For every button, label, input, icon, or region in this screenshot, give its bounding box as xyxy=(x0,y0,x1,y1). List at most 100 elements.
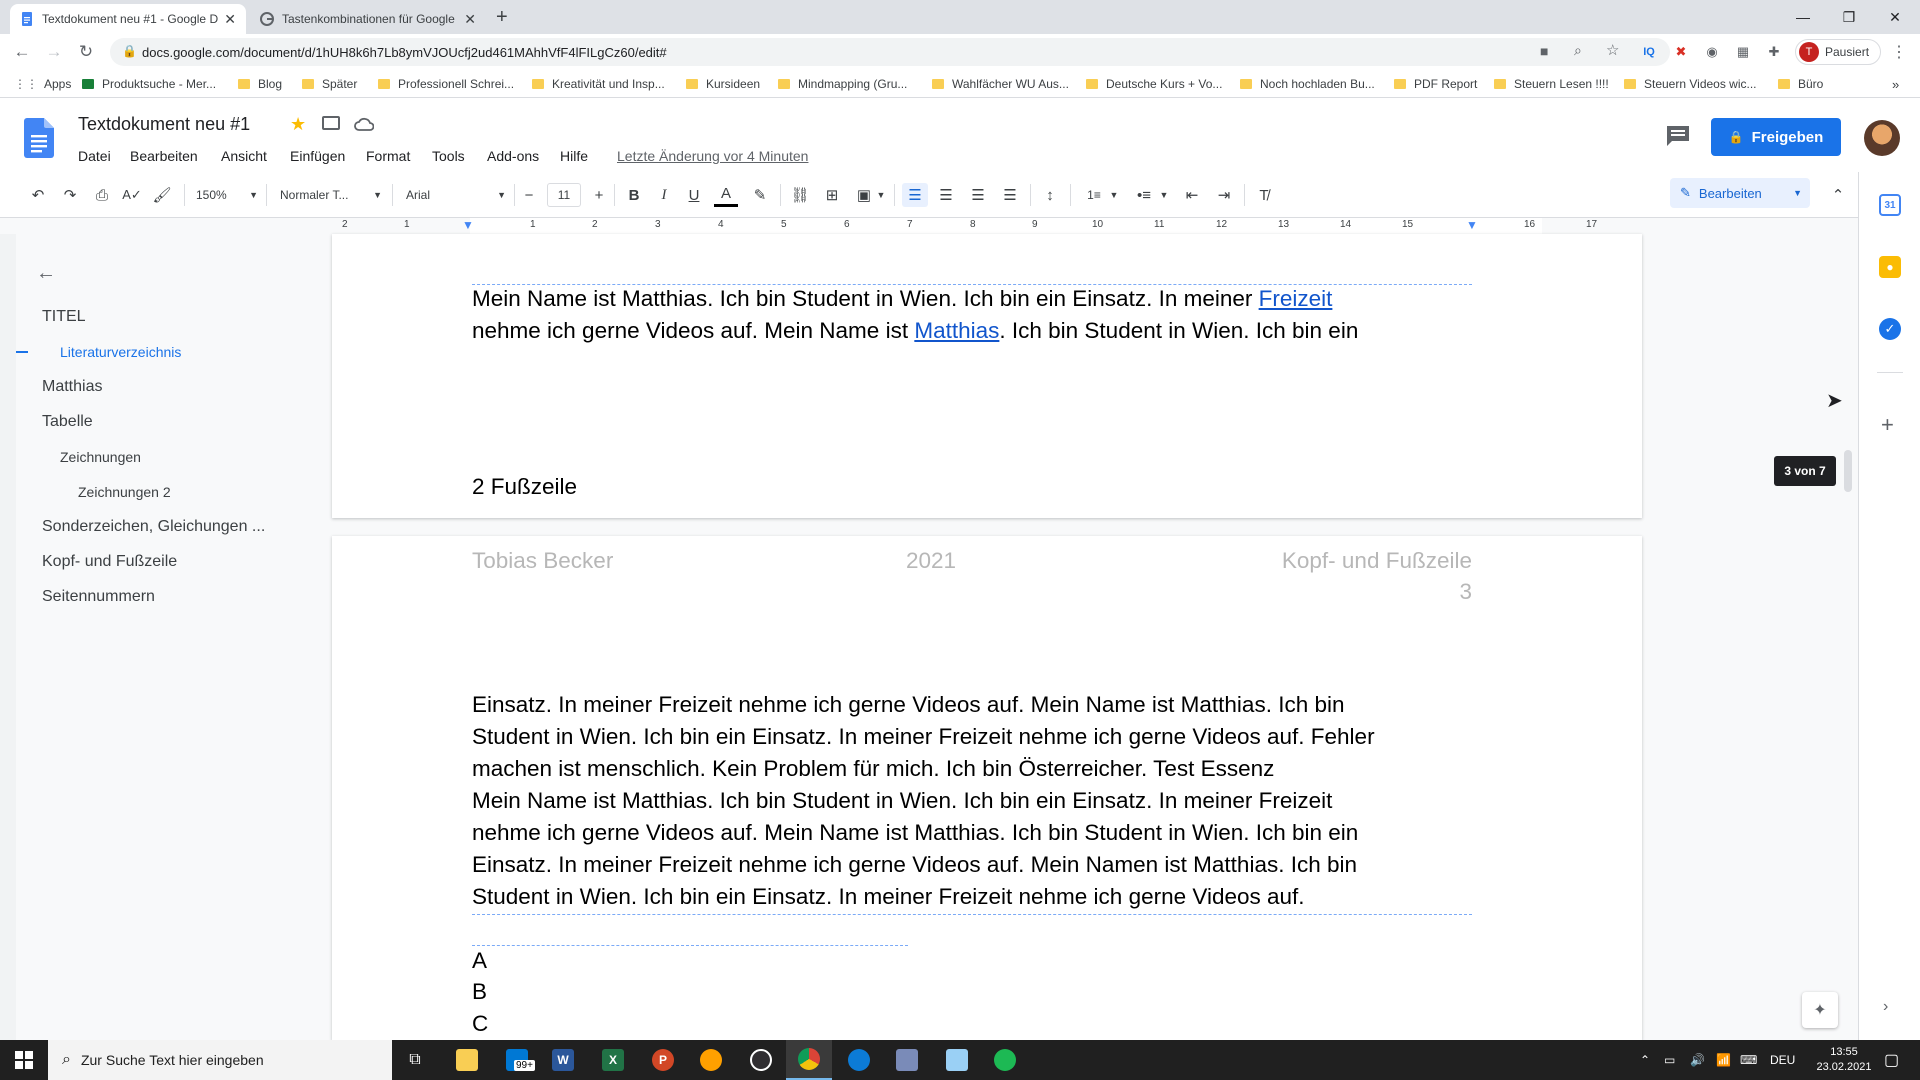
forward-icon[interactable]: → xyxy=(42,40,66,64)
windows-start-icon[interactable] xyxy=(0,1040,48,1080)
file-explorer-icon[interactable] xyxy=(444,1040,490,1080)
menu-tools[interactable]: Tools xyxy=(432,148,465,164)
zoom-icon[interactable]: ⌕ xyxy=(1574,42,1582,59)
editing-mode-select[interactable]: ✎ Bearbeiten ▼ xyxy=(1670,178,1810,208)
chevron-down-icon[interactable]: ▼ xyxy=(876,183,886,207)
app-icon[interactable] xyxy=(688,1040,734,1080)
address-bar[interactable]: 🔒 docs.google.com/document/d/1hUH8k6h7Lb… xyxy=(110,38,1670,66)
paint-format-icon[interactable]: 🖌 xyxy=(150,183,174,207)
cloud-status-icon[interactable] xyxy=(354,116,374,132)
undo-icon[interactable]: ↶ xyxy=(26,183,50,207)
spellcheck-icon[interactable]: A✓ xyxy=(120,183,144,207)
add-comment-icon[interactable]: ⊞ xyxy=(820,183,844,207)
zoom-select[interactable]: 150% ▼ xyxy=(196,183,258,207)
menu-ansicht[interactable]: Ansicht xyxy=(221,148,267,164)
bookmark-item[interactable]: Blog xyxy=(238,76,282,92)
menu-bearbeiten[interactable]: Bearbeiten xyxy=(130,148,198,164)
share-button[interactable]: 🔒 Freigeben xyxy=(1711,118,1841,156)
bookmark-item[interactable]: Steuern Lesen !!!! xyxy=(1494,76,1609,92)
align-left-icon[interactable]: ☰ xyxy=(902,183,928,207)
italic-icon[interactable]: I xyxy=(652,183,676,207)
explore-icon[interactable]: ✦ xyxy=(1802,992,1838,1028)
word-icon[interactable]: W xyxy=(540,1040,586,1080)
insert-image-icon[interactable]: ▣ xyxy=(852,183,876,207)
move-folder-icon[interactable] xyxy=(322,116,340,130)
document-page[interactable]: Tobias Becker 2021 Kopf- und Fußzeile 3 … xyxy=(332,536,1642,1040)
highlight-color-icon[interactable]: ✎ xyxy=(748,183,772,207)
line-spacing-icon[interactable]: ↕ xyxy=(1038,183,1062,207)
increase-font-size-icon[interactable]: + xyxy=(590,183,608,207)
outline-item-tabelle[interactable]: Tabelle xyxy=(42,413,93,431)
powerpoint-icon[interactable]: P xyxy=(640,1040,686,1080)
star-icon[interactable]: ★ xyxy=(290,114,306,135)
document-title[interactable]: Textdokument neu #1 xyxy=(78,114,250,135)
print-icon[interactable]: ⎙ xyxy=(90,183,114,207)
align-right-icon[interactable]: ☰ xyxy=(966,183,990,207)
bookmarks-overflow-icon[interactable]: » xyxy=(1892,76,1899,92)
justify-icon[interactable]: ☰ xyxy=(998,183,1022,207)
bookmark-item[interactable]: PDF Report xyxy=(1394,76,1477,92)
link-freizeit[interactable]: Freizeit xyxy=(1259,286,1333,311)
spotify-icon[interactable] xyxy=(982,1040,1028,1080)
link-matthias[interactable]: Matthias xyxy=(914,318,999,343)
adblock-extension-icon[interactable]: ✖ xyxy=(1672,43,1690,61)
right-indent-marker-icon[interactable]: ▼ xyxy=(1466,218,1478,232)
bookmark-star-icon[interactable]: ☆ xyxy=(1606,41,1619,59)
minimize-icon[interactable]: — xyxy=(1780,0,1826,34)
bookmark-apps[interactable]: ⋮⋮ Apps xyxy=(14,76,71,92)
volume-icon[interactable]: 🔊 xyxy=(1690,1040,1705,1080)
bookmark-item[interactable]: Steuern Videos wic... xyxy=(1624,76,1757,92)
decrease-font-size-icon[interactable]: − xyxy=(520,183,538,207)
new-tab-button[interactable]: + xyxy=(496,6,508,29)
comment-history-icon[interactable] xyxy=(1664,124,1692,148)
calculator-icon[interactable] xyxy=(884,1040,930,1080)
bookmark-item[interactable]: Kreativität und Insp... xyxy=(532,76,665,92)
menu-hilfe[interactable]: Hilfe xyxy=(560,148,588,164)
bookmark-item[interactable]: Kursideen xyxy=(686,76,760,92)
expand-panel-icon[interactable]: › xyxy=(1883,998,1888,1016)
browser-tab[interactable]: Tastenkombinationen für Google ✕ xyxy=(250,4,486,34)
redo-icon[interactable]: ↷ xyxy=(58,183,82,207)
docs-logo-icon[interactable] xyxy=(24,118,54,158)
clock[interactable]: 13:55 23.02.2021 xyxy=(1812,1040,1876,1080)
document-page[interactable]: Mein Name ist Matthias. Ich bin Student … xyxy=(332,234,1642,518)
extension-grid-icon[interactable]: ▦ xyxy=(1734,43,1752,61)
bookmark-item[interactable]: Wahlfächer WU Aus... xyxy=(932,76,1069,92)
bookmark-item[interactable]: Professionell Schrei... xyxy=(378,76,514,92)
underline-icon[interactable]: U xyxy=(682,183,706,207)
outline-item-titel[interactable]: TITEL xyxy=(42,308,86,326)
outline-item-seitennummern[interactable]: Seitennummern xyxy=(42,588,155,606)
increase-indent-icon[interactable]: ⇥ xyxy=(1212,183,1236,207)
scrollbar-thumb[interactable] xyxy=(1844,450,1852,492)
notepad-icon[interactable] xyxy=(934,1040,980,1080)
collapse-toolbar-icon[interactable]: ⌃ xyxy=(1826,183,1850,207)
menu-format[interactable]: Format xyxy=(366,148,410,164)
font-size-input[interactable]: 11 xyxy=(547,183,581,207)
wifi-icon[interactable]: 📶 xyxy=(1716,1040,1731,1080)
paragraph-style-select[interactable]: Normaler T... ▼ xyxy=(280,183,382,207)
last-edit-link[interactable]: Letzte Änderung vor 4 Minuten xyxy=(617,148,808,164)
mail-icon[interactable]: 99+ xyxy=(494,1040,540,1080)
text-color-icon[interactable]: A xyxy=(714,183,738,207)
reload-icon[interactable]: ↻ xyxy=(74,40,98,64)
calendar-icon[interactable]: 31 xyxy=(1879,194,1901,216)
close-outline-icon[interactable]: ← xyxy=(36,262,56,285)
outline-item-literaturverzeichnis[interactable]: Literaturverzeichnis xyxy=(60,344,181,360)
edge-icon[interactable] xyxy=(836,1040,882,1080)
taskbar-search[interactable]: ⌕ Zur Suche Text hier eingeben xyxy=(48,1040,392,1080)
bold-icon[interactable]: B xyxy=(622,183,646,207)
outline-item-zeichnungen[interactable]: Zeichnungen xyxy=(60,449,141,465)
bookmark-item[interactable]: Mindmapping (Gru... xyxy=(778,76,907,92)
bookmark-item[interactable]: Büro xyxy=(1778,76,1823,92)
font-select[interactable]: Arial ▼ xyxy=(406,183,506,207)
left-indent-marker-icon[interactable]: ▼ xyxy=(462,218,474,232)
bookmark-item[interactable]: Produktsuche - Mer... xyxy=(82,76,216,92)
chevron-down-icon[interactable]: ▼ xyxy=(1108,183,1120,207)
add-addon-icon[interactable]: + xyxy=(1881,412,1894,438)
outline-item-zeichnungen-2[interactable]: Zeichnungen 2 xyxy=(78,484,171,500)
obs-icon[interactable] xyxy=(738,1040,784,1080)
bulleted-list-icon[interactable]: •≡ xyxy=(1132,183,1156,207)
align-center-icon[interactable]: ☰ xyxy=(934,183,958,207)
notifications-icon[interactable]: ▢ xyxy=(1884,1040,1899,1080)
menu-datei[interactable]: Datei xyxy=(78,148,111,164)
